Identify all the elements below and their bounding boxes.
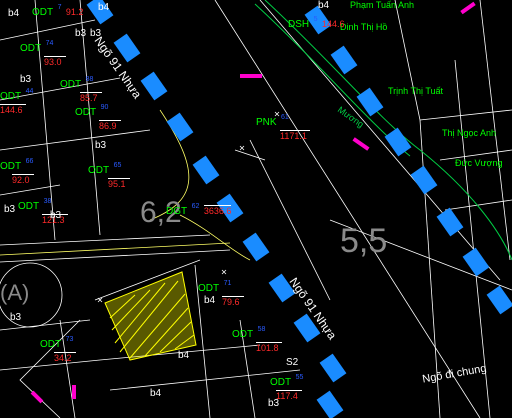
owner-name-2: Trịnh Thị Tuất — [388, 86, 444, 96]
owner-name-top: Phạm Tuấn Anh — [350, 0, 415, 10]
parcel-odt-1018[interactable]: ODT 58 101.8 — [232, 324, 282, 353]
parcel-dgt-36366[interactable]: DGT 62 3636.6 — [166, 201, 232, 219]
parcel-odt-951[interactable]: ODT 65 95.1 — [88, 160, 130, 189]
block-b4-e: b4 — [318, 0, 330, 11]
parcel-odt-1446[interactable]: ODT 44 144.6 — [0, 86, 33, 115]
parcel-number: 38 — [43, 198, 52, 205]
parcel-code: ODT — [32, 7, 54, 18]
parcel-area: 92.0 — [12, 174, 34, 185]
block-b3-f: b3 — [50, 210, 62, 221]
block-b3-e: b3 — [95, 140, 107, 151]
parcel-code: ODT — [232, 329, 254, 340]
parcel-dsh-1446[interactable]: DSH 5 144.6 — [288, 14, 344, 32]
parcel-area: 79.6 — [222, 296, 244, 307]
parcel-number: 62 — [191, 203, 200, 210]
river-label: Mương — [335, 104, 366, 130]
label-layer: Ngõ 91 Nhựa Ngõ 91 Nhựa Ngõ đi chung 6,2… — [0, 0, 512, 418]
map-canvas[interactable]: Ngõ 91 Nhựa Ngõ 91 Nhựa Ngõ đi chung 6,2… — [0, 0, 512, 418]
parcel-number: 90 — [100, 104, 109, 111]
parcel-area: 3636.6 — [203, 205, 232, 216]
parcel-odt-857[interactable]: ODT 88 85.7 — [60, 74, 102, 103]
block-b4-b: b4 — [204, 295, 216, 306]
owner-name-1: Đinh Thị Hồ — [340, 22, 388, 32]
parcel-number: 74 — [45, 40, 54, 47]
parcel-area: 34.2 — [54, 352, 76, 363]
parcel-odt-920[interactable]: ODT 66 92.0 — [0, 156, 34, 185]
block-b4-d: b4 — [150, 388, 162, 399]
parcel-code: PNK — [256, 117, 277, 128]
parcel-code: ODT — [88, 165, 110, 176]
parcel-number: 66 — [25, 158, 34, 165]
parcel-code: DSH — [288, 19, 310, 30]
parcel-area: 144.6 — [0, 104, 26, 115]
parcel-odt-912[interactable]: ODT 7 91.2 — [32, 2, 83, 20]
parcel-number: 73 — [65, 336, 74, 343]
parcel-code: ODT — [270, 377, 292, 388]
parcel-code: ODT — [40, 339, 62, 350]
parcel-number: 5 — [313, 16, 318, 23]
parcel-odt-869[interactable]: ODT 90 86.9 — [75, 102, 121, 131]
parcel-area: 93.0 — [44, 56, 66, 67]
parcel-number: 65 — [113, 162, 122, 169]
parcel-code: ODT — [0, 91, 22, 102]
parcel-code: ODT — [0, 161, 22, 172]
block-b4-a: b4 — [8, 8, 20, 19]
block-b3-h: b3 — [268, 398, 280, 409]
parcel-code: ODT — [60, 79, 82, 90]
s2-label: S2 — [286, 357, 299, 368]
block-b3-b: b3 — [20, 74, 32, 85]
zone-label-right: 5,5 — [340, 222, 388, 260]
parcel-area: 101.8 — [256, 342, 282, 353]
parcel-code: ODT — [20, 43, 42, 54]
parcel-odt-1174[interactable]: ODT 55 117.4 — [270, 372, 303, 401]
parcel-area: 86.9 — [99, 120, 121, 131]
parcel-number: 71 — [223, 280, 232, 287]
parcel-area: 1171.1 — [280, 130, 310, 141]
alley-name: Ngõ đi chung — [421, 362, 488, 386]
road-name-lower: Ngõ 91 Nhựa — [286, 275, 340, 343]
parcel-number: 7 — [57, 4, 62, 11]
parcel-area: 95.1 — [108, 178, 130, 189]
owner-name-3: Thị Ngọc Anh — [442, 128, 497, 138]
parcel-number: 61 — [281, 114, 289, 121]
parcel-pnk-11711[interactable]: PNK 61 1171.1 — [256, 112, 310, 141]
parcel-area: 144.6 — [321, 19, 345, 29]
parcel-area: 91.2 — [65, 7, 84, 17]
block-b3-g: b3 — [10, 312, 22, 323]
block-b3-d: b3 — [4, 204, 16, 215]
parcel-odt-93[interactable]: ODT 74 93.0 — [20, 38, 66, 67]
parcel-code: ODT — [18, 201, 40, 212]
block-b4-f: b4 — [98, 2, 110, 13]
parcel-number: 44 — [25, 88, 34, 95]
parcel-area: 117.4 — [276, 390, 302, 401]
parcel-code: DGT — [166, 206, 188, 217]
parcel-code: ODT — [198, 283, 220, 294]
a-label: (A) — [0, 280, 30, 305]
parcel-code: ODT — [75, 107, 97, 118]
block-b4-c: b4 — [178, 350, 190, 361]
block-b3-c: b3 — [90, 28, 102, 39]
parcel-number: 88 — [85, 76, 94, 83]
parcel-number: 58 — [257, 326, 266, 333]
parcel-number: 55 — [295, 374, 304, 381]
parcel-odt-342[interactable]: ODT 73 34.2 — [40, 334, 76, 363]
block-b3-a: b3 — [75, 28, 87, 39]
owner-name-4: Đức Vượng — [455, 158, 503, 168]
